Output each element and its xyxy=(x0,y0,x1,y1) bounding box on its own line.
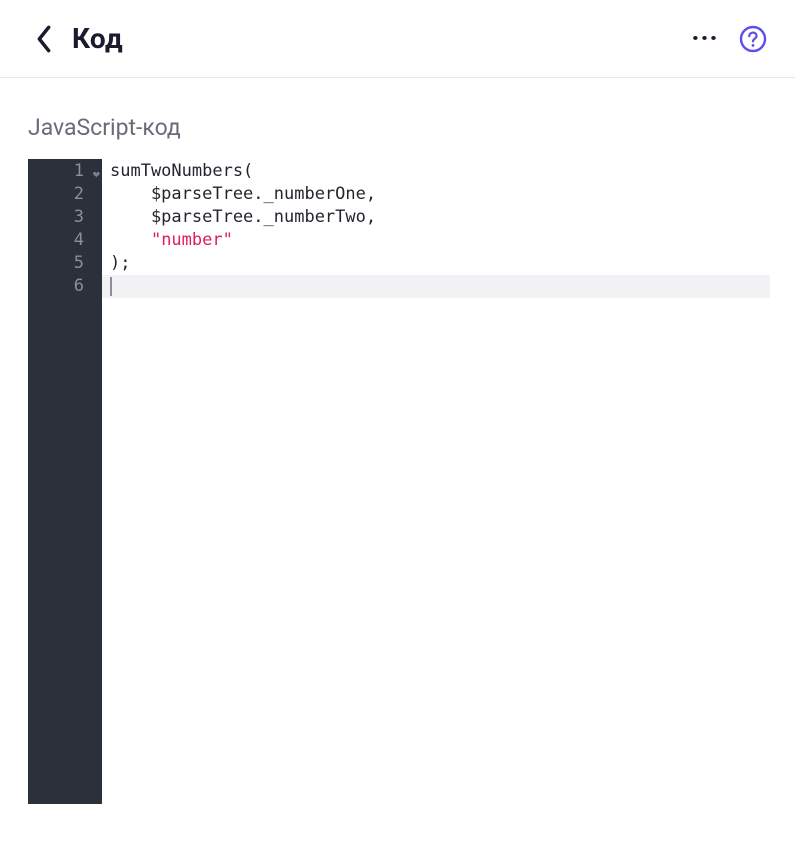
chevron-left-icon xyxy=(35,25,53,53)
code-line[interactable]: $parseTree._numberTwo, xyxy=(102,206,770,229)
line-number: 3 xyxy=(28,206,102,229)
code-line-active[interactable] xyxy=(102,275,770,298)
code-line[interactable]: $parseTree._numberOne, xyxy=(102,183,770,206)
line-number: 6 xyxy=(28,275,102,298)
header-bar: Код ··· xyxy=(0,0,795,78)
content-area: JavaScript-код 1❤ 2 3 4 5 6 sumTwoNumber… xyxy=(0,78,795,832)
help-button[interactable] xyxy=(739,25,767,53)
help-icon xyxy=(739,25,767,53)
string-token: "number" xyxy=(151,230,233,250)
code-line[interactable]: ); xyxy=(102,252,770,275)
back-button[interactable] xyxy=(30,25,58,53)
more-menu-button[interactable]: ··· xyxy=(691,25,719,53)
line-number: 5 xyxy=(28,252,102,275)
editor-caret xyxy=(110,277,112,296)
code-line[interactable]: sumTwoNumbers( xyxy=(102,160,770,183)
line-number: 4 xyxy=(28,229,102,252)
line-number: 2 xyxy=(28,183,102,206)
section-label: JavaScript-код xyxy=(28,114,767,141)
code-line[interactable]: "number" xyxy=(102,229,770,252)
editor-gutter: 1❤ 2 3 4 5 6 xyxy=(28,159,102,804)
code-text xyxy=(110,230,151,250)
line-number: 1❤ xyxy=(28,160,102,183)
page-title: Код xyxy=(72,22,123,55)
code-editor[interactable]: 1❤ 2 3 4 5 6 sumTwoNumbers( $parseTree._… xyxy=(28,159,770,804)
editor-code-area[interactable]: sumTwoNumbers( $parseTree._numberOne, $p… xyxy=(102,159,770,804)
line-number-text: 1 xyxy=(74,161,84,181)
